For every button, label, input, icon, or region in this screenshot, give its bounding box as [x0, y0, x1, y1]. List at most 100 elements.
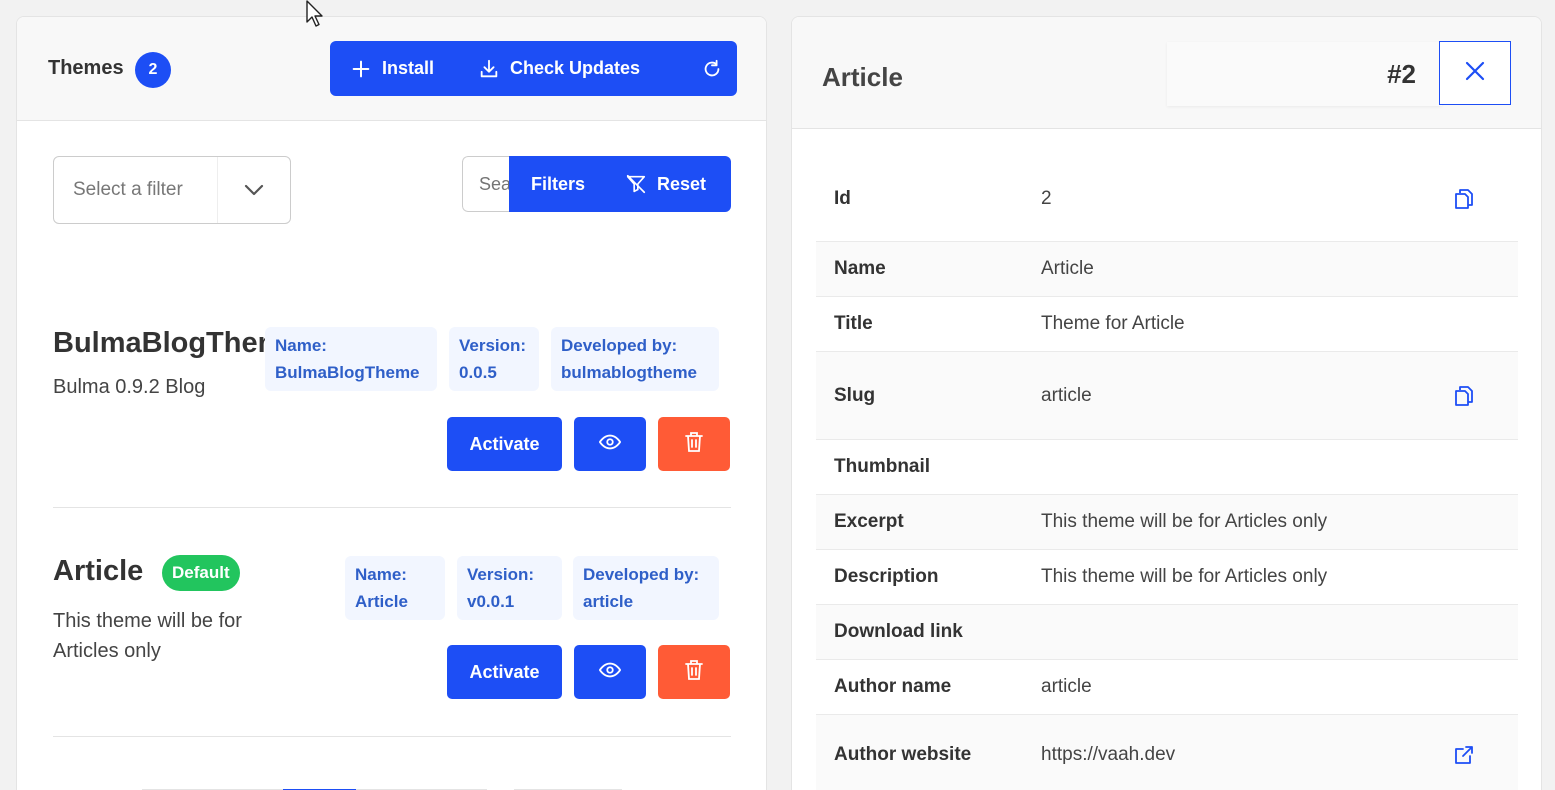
activate-button[interactable]: Activate — [447, 645, 562, 699]
divider — [53, 507, 731, 508]
theme-meta-version: Version: v0.0.1 — [457, 556, 562, 620]
meta-value: bulmablogtheme — [561, 363, 698, 382]
detail-row-author-website: Author website https://vaah.dev — [816, 715, 1518, 790]
filter-select-placeholder: Select a filter — [54, 157, 218, 223]
trash-icon — [684, 431, 704, 458]
reset-button-label: Reset — [657, 173, 707, 194]
filter-slash-icon — [625, 173, 647, 195]
detail-table: Id 2 Name Article Title Theme for Articl… — [816, 157, 1518, 790]
detail-value: This theme will be for Articles only — [1041, 511, 1328, 532]
search-input[interactable] — [462, 156, 509, 212]
detail-label: Download link — [834, 621, 963, 642]
theme-meta-name: Name: Article — [345, 556, 445, 620]
detail-value: article — [1041, 384, 1092, 406]
refresh-icon — [701, 58, 723, 80]
page-title: Themes — [48, 57, 124, 79]
detail-label: Title — [834, 313, 873, 334]
close-button[interactable] — [1439, 41, 1511, 105]
meta-label: Version: — [459, 336, 527, 355]
detail-value: 2 — [1041, 188, 1052, 209]
meta-label: Version: — [467, 565, 535, 584]
copy-icon[interactable] — [1452, 187, 1476, 211]
theme-item: BulmaBlogTheme Bulma 0.9.2 Blog Name: Bu… — [53, 307, 731, 507]
activate-button-label: Activate — [469, 433, 540, 454]
detail-label: Id — [834, 188, 851, 209]
activate-button-label: Activate — [469, 661, 540, 682]
detail-row-excerpt: Excerpt This theme will be for Articles … — [816, 495, 1518, 550]
meta-value: 0.0.5 — [459, 363, 497, 382]
delete-button[interactable] — [658, 417, 730, 471]
detail-row-download-link: Download link — [816, 605, 1518, 660]
eye-icon — [598, 434, 622, 455]
meta-label: Name: — [355, 565, 407, 584]
description-line: This theme will be for — [53, 610, 242, 632]
description-line: Articles only — [53, 640, 161, 662]
detail-row-thumbnail: Thumbnail — [816, 440, 1518, 495]
detail-row-slug: Slug article — [816, 352, 1518, 440]
check-updates-label: Check Updates — [510, 58, 641, 78]
external-link-icon[interactable] — [1452, 743, 1476, 767]
meta-label: Developed by: — [583, 565, 700, 584]
filter-select[interactable]: Select a filter — [53, 156, 291, 224]
detail-label: Description — [834, 566, 939, 587]
detail-header: Article #2 — [792, 17, 1541, 129]
plus-icon — [350, 58, 372, 80]
detail-row-description: Description This theme will be for Artic… — [816, 550, 1518, 605]
delete-button[interactable] — [658, 645, 730, 699]
divider — [53, 736, 731, 737]
download-icon — [478, 58, 500, 80]
chevron-down-icon — [218, 183, 290, 197]
detail-value: article — [1041, 676, 1092, 697]
meta-label: Developed by: — [561, 336, 678, 355]
themes-header: Themes 2 Install Check Updates — [17, 17, 766, 121]
detail-row-title: Title Theme for Article — [816, 297, 1518, 352]
meta-label: Name: — [275, 336, 327, 355]
theme-meta-developer: Developed by: bulmablogtheme — [551, 327, 719, 391]
reset-button[interactable]: Reset — [607, 156, 731, 212]
detail-title: Article — [822, 62, 903, 92]
detail-label: Thumbnail — [834, 456, 931, 477]
install-button[interactable]: Install — [330, 41, 458, 96]
close-icon — [1464, 60, 1486, 87]
check-updates-button[interactable]: Check Updates — [458, 41, 686, 96]
trash-icon — [684, 659, 704, 686]
theme-name: BulmaBlogTheme — [53, 327, 265, 359]
theme-description: This theme will be for Articles only — [53, 606, 242, 666]
theme-meta-version: Version: 0.0.5 — [449, 327, 539, 391]
theme-name: Article — [53, 555, 144, 587]
default-badge: Default — [162, 555, 240, 591]
meta-value: v0.0.1 — [467, 592, 515, 611]
detail-label: Slug — [834, 384, 876, 406]
detail-value: This theme will be for Articles only — [1041, 566, 1328, 587]
filters-button-label: Filters — [531, 173, 586, 194]
copy-icon[interactable] — [1452, 384, 1476, 408]
meta-value: Article — [355, 592, 408, 611]
detail-label: Name — [834, 258, 886, 279]
preview-button[interactable] — [574, 645, 646, 699]
detail-value: https://vaah.dev — [1041, 743, 1176, 765]
search-filter-group: Filters Reset — [462, 156, 731, 212]
themes-panel: Themes 2 Install Check Updates Select a … — [16, 16, 767, 790]
theme-item: Article Default This theme will be for A… — [53, 537, 731, 737]
meta-value: article — [583, 592, 634, 611]
eye-icon — [598, 662, 622, 683]
detail-row-name: Name Article — [816, 242, 1518, 297]
header-button-group: Install Check Updates — [330, 41, 737, 96]
activate-button[interactable]: Activate — [447, 417, 562, 471]
theme-meta-developer: Developed by: article — [573, 556, 719, 620]
detail-label: Excerpt — [834, 511, 904, 532]
theme-detail-panel: Article #2 Id 2 Name Article Title Theme… — [791, 16, 1542, 790]
meta-value: BulmaBlogTheme — [275, 363, 420, 382]
install-button-label: Install — [382, 58, 435, 78]
mouse-cursor-icon — [306, 0, 323, 27]
filters-button[interactable]: Filters — [509, 156, 607, 212]
detail-value: Article — [1041, 258, 1094, 279]
preview-button[interactable] — [574, 417, 646, 471]
refresh-button[interactable] — [686, 41, 737, 96]
detail-row-id: Id 2 — [816, 157, 1518, 242]
detail-value: Theme for Article — [1041, 313, 1185, 334]
theme-meta-name: Name: BulmaBlogTheme — [265, 327, 437, 391]
theme-description: Bulma 0.9.2 Blog — [53, 376, 206, 398]
detail-label: Author website — [834, 743, 972, 765]
themes-count-badge: 2 — [135, 52, 171, 88]
